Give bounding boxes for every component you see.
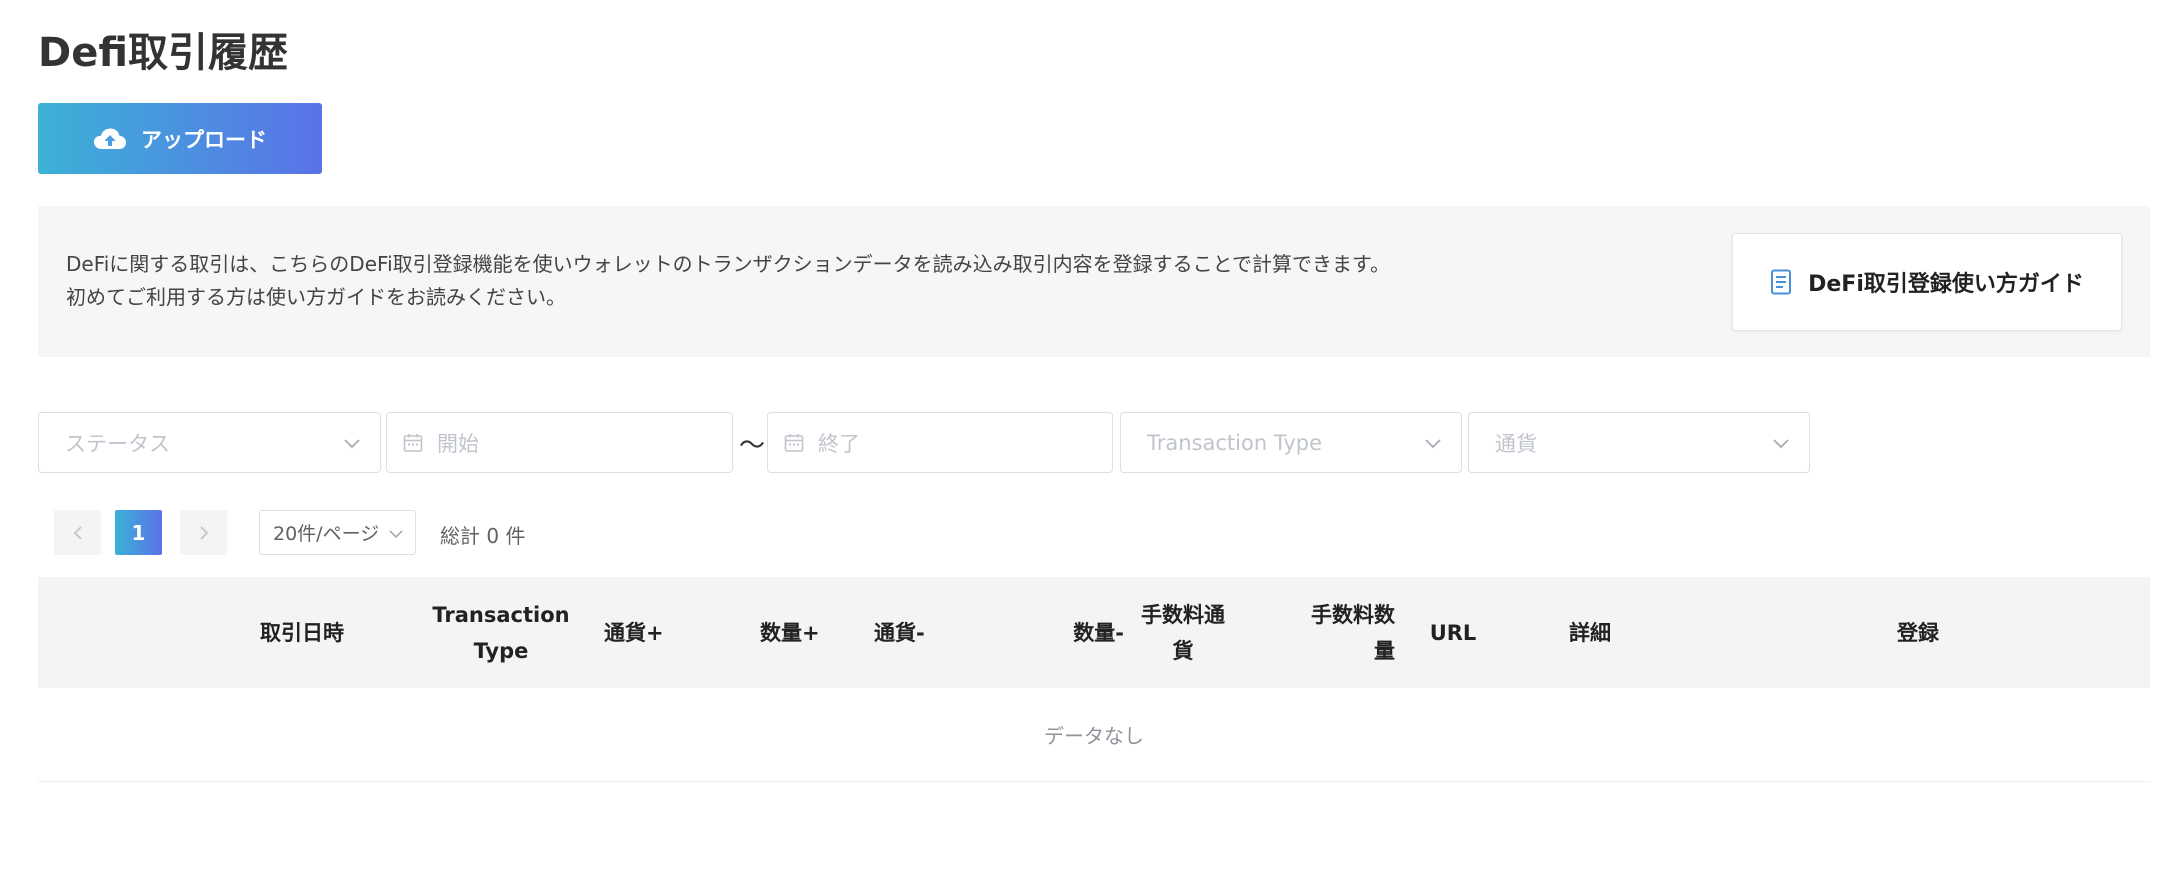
- column-header-detail[interactable]: 詳細: [1550, 577, 1630, 688]
- calendar-icon: [784, 433, 804, 452]
- chevron-down-icon: [344, 439, 360, 449]
- column-header-text: URL: [1429, 620, 1477, 645]
- prev-page-button[interactable]: [54, 510, 101, 555]
- status-placeholder: ステータス: [65, 431, 170, 456]
- chevron-left-icon: [73, 525, 82, 540]
- column-header-transaction-type[interactable]: Transaction Type: [421, 577, 581, 688]
- guide-button-label: DeFi取引登録使い方ガイド: [1808, 272, 2084, 297]
- column-header-text: 登録: [1897, 620, 1939, 645]
- table-header: 取引日時 Transaction Type 通貨+ 数量+ 通貨- 数量- 手数…: [38, 577, 2150, 688]
- column-header-url[interactable]: URL: [1413, 577, 1493, 688]
- chevron-down-icon: [389, 528, 403, 540]
- transaction-type-placeholder: Transaction Type: [1147, 430, 1323, 455]
- next-page-button[interactable]: [180, 510, 227, 555]
- info-text: DeFiに関する取引は、こちらのDeFi取引登録機能を使いウォレットのトランザク…: [66, 248, 1390, 314]
- status-select[interactable]: ステータス: [38, 412, 381, 473]
- page-size-select[interactable]: 20件/ページ: [259, 510, 416, 555]
- filter-bar: ステータス 開始 〜 終了 Transaction Type 通貨: [38, 412, 1838, 475]
- end-date-input[interactable]: 終了: [767, 412, 1113, 473]
- page-title: Defi取引履歴: [38, 30, 288, 76]
- upload-button[interactable]: アップロード: [38, 103, 322, 174]
- column-header-text: 貨: [1172, 638, 1194, 663]
- column-header-currency-plus[interactable]: 通貨+: [604, 577, 694, 688]
- start-date-placeholder: 開始: [437, 431, 479, 456]
- total-count: 総計 0 件: [440, 524, 526, 548]
- column-header-text: 通貨-: [874, 620, 925, 645]
- currency-placeholder: 通貨: [1495, 431, 1537, 456]
- column-header-register[interactable]: 登録: [1878, 577, 1958, 688]
- guide-button[interactable]: DeFi取引登録使い方ガイド: [1732, 233, 2122, 331]
- calendar-icon: [403, 433, 423, 452]
- column-header-text: 手数料通: [1141, 602, 1225, 627]
- empty-state-text: データなし: [1044, 724, 1144, 748]
- info-line-2: 初めてご利用する方は使い方ガイドをお読みください。: [66, 285, 566, 309]
- column-header-fee-currency[interactable]: 手数料通 貨: [1118, 577, 1248, 688]
- column-header-date[interactable]: 取引日時: [247, 577, 357, 688]
- column-header-text: Type: [473, 638, 529, 663]
- upload-button-label: アップロード: [141, 127, 267, 152]
- page-number-button[interactable]: 1: [115, 510, 162, 555]
- column-header-text: 通貨+: [604, 620, 664, 645]
- column-header-currency-minus[interactable]: 通貨-: [874, 577, 954, 688]
- info-line-1: DeFiに関する取引は、こちらのDeFi取引登録機能を使いウォレットのトランザク…: [66, 252, 1391, 276]
- column-header-amount-minus[interactable]: 数量-: [1034, 577, 1124, 688]
- end-date-placeholder: 終了: [818, 431, 860, 456]
- column-header-text: Transaction: [432, 602, 570, 627]
- info-panel: DeFiに関する取引は、こちらのDeFi取引登録機能を使いウォレットのトランザク…: [38, 206, 2150, 357]
- column-header-text: 数量-: [1073, 620, 1124, 645]
- column-header-text: 詳細: [1569, 620, 1611, 645]
- date-range-separator: 〜: [739, 431, 766, 461]
- chevron-down-icon: [1425, 439, 1441, 449]
- table-empty-row: データなし: [38, 688, 2150, 782]
- column-header-text: 取引日時: [260, 620, 344, 645]
- document-icon: [1771, 269, 1792, 295]
- chevron-down-icon: [1773, 439, 1789, 449]
- start-date-input[interactable]: 開始: [386, 412, 733, 473]
- cloud-upload-icon: [94, 128, 126, 149]
- column-header-text: 量: [1374, 638, 1395, 663]
- column-header-text: 数量+: [760, 620, 820, 645]
- column-header-amount-plus[interactable]: 数量+: [760, 577, 830, 688]
- chevron-right-icon: [199, 525, 208, 540]
- column-header-fee-amount[interactable]: 手数料数 量: [1258, 577, 1395, 688]
- currency-select[interactable]: 通貨: [1468, 412, 1810, 473]
- transaction-type-select[interactable]: Transaction Type: [1120, 412, 1462, 473]
- column-header-text: 手数料数: [1311, 602, 1395, 627]
- page-size-value: 20件/ページ: [273, 523, 380, 545]
